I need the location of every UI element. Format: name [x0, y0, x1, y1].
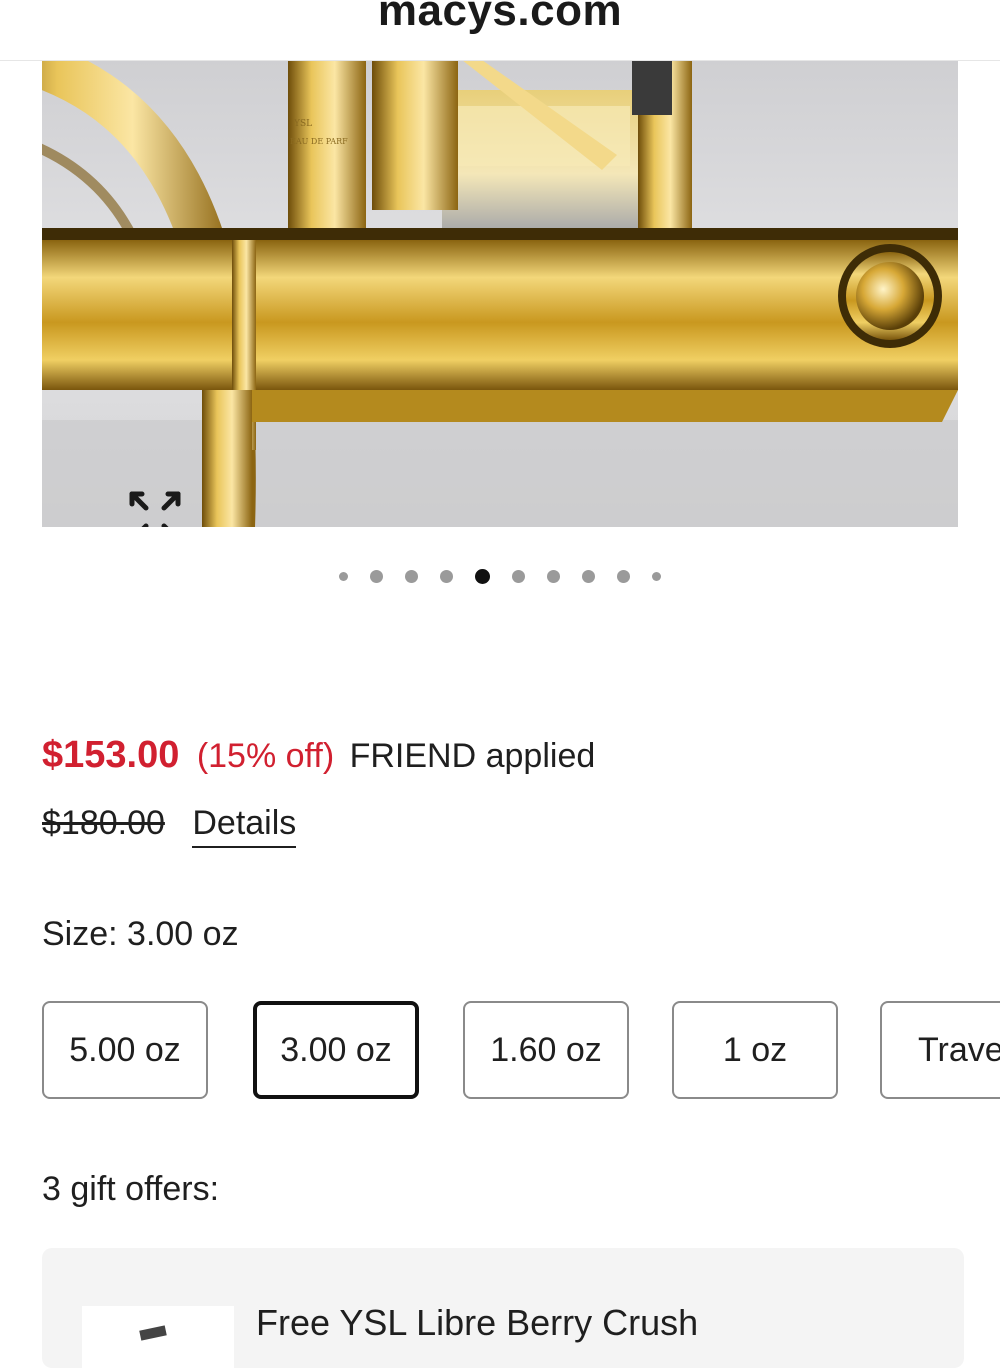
- product-image[interactable]: YSL EAU DE PARF: [42, 60, 958, 527]
- original-price: $180.00: [42, 804, 165, 842]
- size-options: 5.00 oz 3.00 oz 1.60 oz 1 oz Trave: [42, 1000, 1000, 1104]
- original-price-line: $180.00 Details: [42, 804, 297, 848]
- size-label: Size: 3.00 oz: [42, 915, 239, 953]
- percent-off: (15% off): [196, 737, 335, 775]
- carousel-dot[interactable]: [547, 569, 560, 583]
- carousel-dot-active[interactable]: [475, 568, 490, 584]
- product-photo-illustration: YSL EAU DE PARF: [42, 60, 958, 527]
- gift-offer-title: Free YSL Libre Berry Crush: [256, 1302, 699, 1343]
- gift-thumbnail: [82, 1306, 234, 1368]
- carousel-dot[interactable]: [617, 569, 630, 583]
- details-link[interactable]: Details: [192, 804, 297, 848]
- size-option-1oz[interactable]: 1 oz: [672, 1001, 838, 1099]
- carousel-dot[interactable]: [339, 571, 348, 581]
- size-option-travel[interactable]: Trave: [880, 1001, 1000, 1099]
- carousel-dot[interactable]: [512, 569, 525, 583]
- expand-arrows-icon[interactable]: [124, 486, 186, 527]
- carousel-dot[interactable]: [582, 569, 595, 583]
- size-option-1-6oz[interactable]: 1.60 oz: [463, 1001, 629, 1099]
- size-option-3oz[interactable]: 3.00 oz: [253, 1001, 419, 1099]
- sale-price: $153.00: [42, 734, 180, 776]
- price-line: $153.00 (15% off) FRIEND applied: [42, 734, 595, 777]
- browser-url-bar[interactable]: macys.com: [0, 0, 1000, 61]
- carousel-dot[interactable]: [652, 571, 661, 581]
- carousel-dots: [0, 566, 1000, 586]
- gift-offer-card[interactable]: Free YSL Libre Berry Crush: [42, 1248, 964, 1368]
- svg-text:YSL: YSL: [293, 119, 312, 129]
- gift-offers-label: 3 gift offers:: [42, 1170, 220, 1208]
- svg-text:EAU DE PARF: EAU DE PARF: [290, 137, 348, 146]
- carousel-dot[interactable]: [440, 569, 453, 583]
- carousel-dot[interactable]: [405, 569, 418, 583]
- carousel-dot[interactable]: [370, 569, 383, 583]
- size-option-5oz[interactable]: 5.00 oz: [42, 1001, 208, 1099]
- promo-applied-text: FRIEND applied: [349, 737, 596, 775]
- url-text: macys.com: [377, 0, 623, 35]
